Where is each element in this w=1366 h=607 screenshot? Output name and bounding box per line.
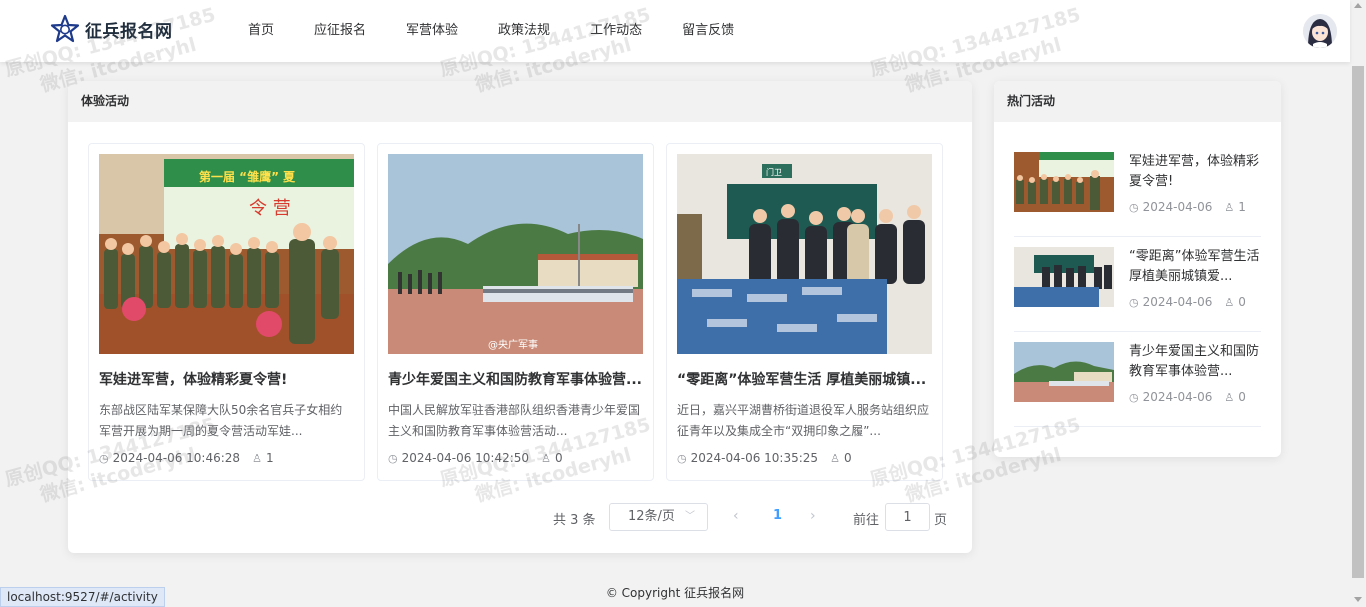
user-icon: ♙ — [1224, 295, 1235, 309]
user-icon: ♙ — [1224, 390, 1235, 404]
user-icon: ♙ — [830, 451, 840, 465]
activity-card-title: 军娃进军营，体验精彩夏令营! — [99, 372, 288, 388]
pagination-total: 共 3 条 — [553, 513, 596, 528]
banner-text: 第一届 “雏鹰” 夏 — [199, 169, 296, 184]
hot-activity-title: 青少年爱国主义和国防教育军事体验营... — [1129, 344, 1260, 379]
goto-suffix: 页 — [934, 513, 948, 528]
page-size-value: 12条/页 — [628, 509, 675, 524]
pagination: 共 3 条 12条/页 ﹀ ‹ 1 › 前往 页 — [68, 502, 972, 532]
hot-activity-date: 2024-04-06 — [1142, 390, 1213, 404]
activity-card-image: @央广军事 — [388, 154, 643, 354]
site-title: 征兵报名网 — [85, 21, 173, 42]
avatar-image — [1303, 14, 1337, 48]
activity-card-views: 1 — [265, 451, 274, 465]
classroom-thumb — [1014, 247, 1114, 307]
weibo-text: @央广军事 — [488, 338, 538, 351]
user-avatar[interactable] — [1303, 14, 1337, 48]
clock-icon: ◷ — [388, 451, 398, 465]
user-icon: ♙ — [1224, 200, 1235, 214]
hot-activity-date: 2024-04-06 — [1142, 200, 1213, 214]
goto-label: 前往 — [853, 513, 880, 528]
top-navbar: 征兵报名网 首页 应征报名 军营体验 政策法规 工作动态 留言反馈 — [0, 0, 1350, 62]
activity-card-image: 第一届 “雏鹰” 夏 令 营 — [99, 154, 354, 354]
clock-icon: ◷ — [677, 451, 687, 465]
nav-policy[interactable]: 政策法规 — [480, 0, 568, 62]
activity-card-desc: 东部战区陆军某保障大队50余名官兵子女相约军营开展为期一周的夏令营活动军娃... — [99, 403, 343, 438]
scroll-up-arrow-icon[interactable] — [1354, 3, 1362, 8]
svg-text:令 营: 令 营 — [249, 198, 291, 219]
clock-icon: ◷ — [1129, 295, 1139, 309]
activity-card-list: 第一届 “雏鹰” 夏 令 营 军娃进军营，体验精彩夏令营! 东部战区陆军某保障大… — [88, 143, 955, 481]
hot-activity-meta: ◷ 2024-04-06 ♙ 0 — [1129, 295, 1261, 309]
activity-card-meta: ◷ 2024-04-06 10:35:25 ♙ 0 — [677, 450, 932, 466]
hot-activity-meta: ◷ 2024-04-06 ♙ 1 — [1129, 200, 1261, 214]
hot-activity-date: 2024-04-06 — [1142, 295, 1213, 309]
next-page-button[interactable]: › — [810, 508, 816, 524]
hot-activity-title: “零距离”体验军营生活 厚植美丽城镇爱... — [1129, 249, 1260, 284]
star-logo-icon — [50, 14, 80, 43]
hot-activity-item[interactable]: 青少年爱国主义和国防教育军事体验营... ◷ 2024-04-06 ♙ 0 — [1014, 332, 1261, 427]
activity-card-views: 0 — [843, 451, 852, 465]
site-logo[interactable]: 征兵报名网 — [50, 14, 173, 44]
activity-card[interactable]: 第一届 “雏鹰” 夏 令 营 军娃进军营，体验精彩夏令营! 东部战区陆军某保障大… — [88, 143, 365, 481]
nav-camp-experience[interactable]: 军营体验 — [388, 0, 476, 62]
nav-news[interactable]: 工作动态 — [572, 0, 660, 62]
user-icon: ♙ — [541, 451, 551, 465]
classroom-photo: 门卫 — [677, 154, 932, 354]
hot-activities-heading: 热门活动 — [994, 81, 1281, 122]
activity-card-title: 青少年爱国主义和国防教育军事体验营... — [388, 372, 642, 388]
scrollbar-thumb[interactable] — [1352, 66, 1364, 578]
activity-card[interactable]: @央广军事 青少年爱国主义和国防教育军事体验营... 中国人民解放军驻香港部队组… — [377, 143, 654, 481]
activity-card-time: 2024-04-06 10:46:28 — [112, 451, 241, 465]
hot-activity-item[interactable]: 军娃进军营，体验精彩夏令营! ◷ 2024-04-06 ♙ 1 — [1014, 142, 1261, 237]
nav-feedback[interactable]: 留言反馈 — [664, 0, 752, 62]
prev-page-button[interactable]: ‹ — [733, 508, 739, 524]
sign-text: 门卫 — [766, 167, 782, 177]
activities-heading: 体验活动 — [68, 81, 972, 122]
hot-activity-views: 1 — [1238, 200, 1246, 214]
activity-card-image: 门卫 — [677, 154, 932, 354]
hot-activity-list: 军娃进军营，体验精彩夏令营! ◷ 2024-04-06 ♙ 1 “零距离”体验军… — [1014, 142, 1261, 427]
page-scrollbar[interactable] — [1350, 0, 1366, 607]
parade-ground-thumb — [1014, 342, 1114, 402]
activity-card-views: 0 — [554, 451, 563, 465]
scroll-down-arrow-icon[interactable] — [1354, 597, 1362, 602]
activity-card-time: 2024-04-06 10:35:25 — [690, 451, 819, 465]
hot-activity-views: 0 — [1238, 295, 1246, 309]
activity-card-desc: 近日，嘉兴平湖曹桥街道退役军人服务站组织应征青年以及集成全市“双拥印象之履”..… — [677, 403, 930, 438]
hot-activity-thumb — [1014, 247, 1114, 307]
footer-copyright: © Copyright 征兵报名网 — [605, 586, 745, 600]
page-number-current[interactable]: 1 — [773, 508, 782, 523]
activity-card-meta: ◷ 2024-04-06 10:42:50 ♙ 0 — [388, 450, 643, 466]
activities-panel: 体验活动 第一届 “雏鹰” 夏 令 营 军娃进军营，体验精彩夏令营! 东部战区陆… — [68, 81, 972, 553]
goto-page-input[interactable] — [885, 503, 930, 531]
summer-camp-photo: 第一届 “雏鹰” 夏 令 营 — [99, 154, 354, 354]
clock-icon: ◷ — [99, 451, 109, 465]
summer-camp-thumb — [1014, 152, 1114, 212]
user-icon: ♙ — [252, 451, 262, 465]
activity-card-time: 2024-04-06 10:42:50 — [401, 451, 530, 465]
activity-card-desc: 中国人民解放军驻香港部队组织香港青少年爱国主义和国防教育军事体验营活动... — [388, 403, 641, 438]
hot-activity-thumb — [1014, 152, 1114, 212]
hot-activity-thumb — [1014, 342, 1114, 402]
hot-activity-meta: ◷ 2024-04-06 ♙ 0 — [1129, 390, 1261, 404]
nav-home[interactable]: 首页 — [230, 0, 292, 62]
page-size-select[interactable]: 12条/页 ﹀ — [609, 503, 708, 531]
activity-card-title: “零距离”体验军营生活 厚植美丽城镇... — [677, 372, 927, 388]
hot-activities-panel: 热门活动 军娃进军营，体验精彩夏令营! ◷ 2024-04-06 ♙ 1 “零距… — [994, 81, 1281, 457]
activity-card-meta: ◷ 2024-04-06 10:46:28 ♙ 1 — [99, 450, 354, 466]
nav-enlist[interactable]: 应征报名 — [296, 0, 384, 62]
clock-icon: ◷ — [1129, 200, 1139, 214]
parade-ground-photo: @央广军事 — [388, 154, 643, 354]
clock-icon: ◷ — [1129, 390, 1139, 404]
activity-card[interactable]: 门卫 “零距离”体验军营生活 厚植美丽城镇... 近日，嘉兴平湖曹桥街道退役军人… — [666, 143, 943, 481]
hot-activity-item[interactable]: “零距离”体验军营生活 厚植美丽城镇爱... ◷ 2024-04-06 ♙ 0 — [1014, 237, 1261, 332]
status-bar-url: localhost:9527/#/activity — [0, 587, 165, 607]
main-nav: 首页 应征报名 军营体验 政策法规 工作动态 留言反馈 — [230, 0, 756, 62]
hot-activity-title: 军娃进军营，体验精彩夏令营! — [1129, 154, 1260, 189]
chevron-down-icon: ﹀ — [685, 511, 695, 522]
hot-activity-views: 0 — [1238, 390, 1246, 404]
